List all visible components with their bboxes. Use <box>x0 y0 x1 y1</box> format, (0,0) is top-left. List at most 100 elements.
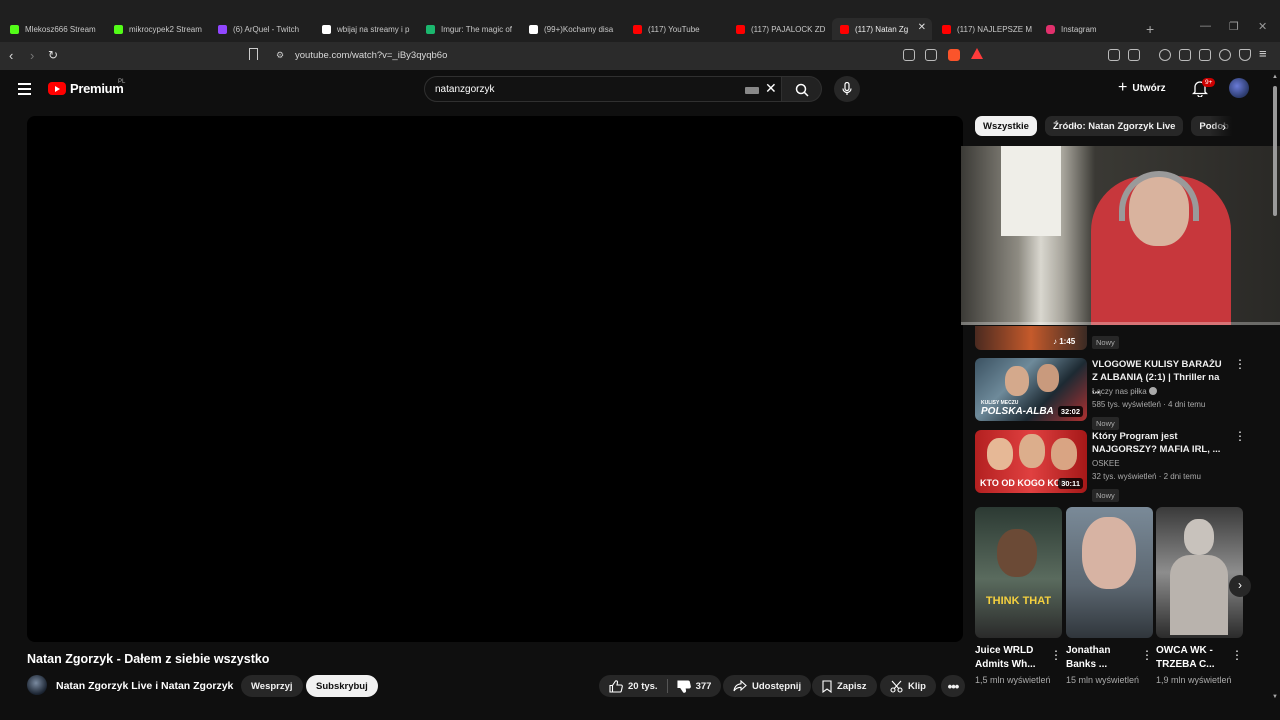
clear-search-icon[interactable]: ✕ <box>765 80 777 97</box>
maximize-icon[interactable]: ❐ <box>1229 20 1239 33</box>
support-button[interactable]: Wesprzyj <box>241 675 303 697</box>
mini-player[interactable] <box>961 146 1280 325</box>
recommended-video[interactable]: KULISY MECZU POLSKA-ALBA 32:02 VLOGOWE K… <box>975 358 1265 430</box>
thumbnail-caption: KTO OD KOGO KOP <box>980 478 1067 488</box>
minimize-icon[interactable]: — <box>1200 20 1211 32</box>
scroll-down-icon[interactable]: ▼ <box>1272 694 1278 700</box>
short-title[interactable]: Juice WRLD Admits Wh... <box>975 644 1045 672</box>
save-button[interactable]: Zapisz <box>812 675 877 697</box>
media-icon[interactable] <box>1159 49 1171 61</box>
more-vertical-icon[interactable]: ⋮ <box>1141 648 1153 662</box>
voice-search-button[interactable] <box>834 76 860 102</box>
reload-icon[interactable]: ↻ <box>48 48 58 62</box>
short-item[interactable]: OWCA WK - TRZEBA C... 1,9 mln wyświetleń… <box>1156 507 1243 687</box>
channel-name[interactable]: Łączy nas piłka <box>1092 387 1157 396</box>
chevron-right-icon[interactable]: › <box>1222 120 1226 134</box>
new-tab-icon[interactable]: + <box>1146 21 1154 37</box>
scroll-thumb[interactable] <box>1273 86 1277 216</box>
duration-label: ♪ 1:45 <box>1053 337 1076 346</box>
back-icon[interactable]: ‹ <box>9 48 13 63</box>
video-player[interactable] <box>27 116 963 642</box>
menu-icon[interactable] <box>18 83 31 95</box>
scroll-up-icon[interactable]: ▲ <box>1272 74 1278 80</box>
new-badge: Nowy <box>1092 485 1119 503</box>
brave-rewards-icon[interactable] <box>971 48 983 59</box>
browser-tab[interactable]: (117) PAJALOCK ZD <box>736 18 828 40</box>
more-actions-button[interactable]: ••• <box>941 675 965 697</box>
video-thumbnail[interactable]: KULISY MECZU POLSKA-ALBA 32:02 <box>975 358 1087 421</box>
extensions-icon[interactable] <box>1108 49 1120 61</box>
channel-avatar[interactable] <box>27 675 47 695</box>
chip-all[interactable]: Wszystkie <box>975 116 1037 136</box>
recommended-video[interactable]: KTO OD KOGO KOP 30:11 Który Program jest… <box>975 430 1265 502</box>
thumbnail-body <box>1170 555 1228 635</box>
chip-source[interactable]: Źródło: Natan Zgorzyk Live <box>1044 116 1184 136</box>
close-window-icon[interactable]: ✕ <box>1258 20 1267 33</box>
sidebar-icon[interactable] <box>1179 49 1191 61</box>
youtube-logo[interactable]: Premium <box>48 81 124 96</box>
wallet-icon[interactable] <box>1128 49 1140 61</box>
tiktok-icon <box>322 24 331 34</box>
like-button[interactable]: 20 tys. <box>609 679 658 693</box>
vpn-icon[interactable] <box>1239 49 1251 61</box>
video-title[interactable]: Który Program jest NAJGORSZY? MAFIA IRL,… <box>1092 430 1222 456</box>
create-button[interactable]: + Utwórz <box>1118 79 1166 97</box>
channel-name[interactable]: Natan Zgorzyk Live i Natan Zgorzyk <box>56 680 233 692</box>
site-info-icon[interactable]: ⚙ <box>276 50 284 61</box>
short-thumbnail[interactable] <box>1066 507 1153 638</box>
tab-manager-icon[interactable] <box>1199 49 1211 61</box>
browser-tab[interactable]: (99+)Kochamy disa <box>529 18 625 40</box>
forward-icon[interactable]: › <box>30 48 34 63</box>
share-page-icon[interactable] <box>925 49 937 61</box>
short-title[interactable]: OWCA WK - TRZEBA C... <box>1156 644 1226 672</box>
search-button[interactable] <box>782 76 822 102</box>
short-item[interactable]: THINK THAT Juice WRLD Admits Wh... 1,5 m… <box>975 507 1062 687</box>
chevron-right-icon[interactable]: › <box>1229 575 1251 597</box>
browser-tab[interactable]: (117) NAJLEPSZE M <box>942 18 1036 40</box>
verified-icon <box>1148 387 1157 395</box>
browser-tab[interactable]: wbijaj na streamy i p <box>322 18 418 40</box>
new-badge: Nowy <box>1092 332 1119 350</box>
leo-icon[interactable] <box>1219 49 1231 61</box>
youtube-icon <box>840 24 849 34</box>
browser-tab[interactable]: Instagram <box>1046 18 1142 40</box>
dislike-button[interactable]: 377 <box>677 679 711 693</box>
browser-tab[interactable]: (6) ArQuel - Twitch <box>218 18 314 40</box>
more-vertical-icon[interactable]: ⋮ <box>1231 648 1243 662</box>
browser-tab-active[interactable]: (117) Natan Zg ✕ <box>832 18 932 40</box>
scissors-icon <box>890 680 903 693</box>
browser-tab[interactable]: Mlekosz666 Stream <box>10 18 106 40</box>
browser-menu-icon[interactable]: ≡ <box>1259 46 1267 61</box>
browser-tab[interactable]: (117) YouTube <box>633 18 729 40</box>
keyboard-icon[interactable] <box>745 87 759 94</box>
browser-toolbar: ‹ › ↻ ⚙ youtube.com/watch?v=_iBy3qyqb6o … <box>0 42 1280 70</box>
short-item[interactable]: Jonathan Banks ... 15 mln wyświetleń ⋮ <box>1066 507 1153 687</box>
browser-tab[interactable]: Imgur: The magic of <box>426 18 522 40</box>
share-button[interactable]: Udostępnij <box>723 675 812 697</box>
channel-name[interactable]: OSKEE <box>1092 459 1120 468</box>
more-vertical-icon[interactable]: ⋮ <box>1234 430 1246 442</box>
divider <box>666 679 668 693</box>
brave-shields-icon[interactable] <box>948 49 960 61</box>
short-title[interactable]: Jonathan Banks ... <box>1066 644 1136 672</box>
account-avatar[interactable] <box>1229 78 1249 98</box>
cast-icon[interactable] <box>903 49 915 61</box>
short-overlay-text: THINK THAT <box>985 595 1052 607</box>
address-bar[interactable]: ⚙ youtube.com/watch?v=_iBy3qyqb6o <box>268 45 988 67</box>
bookmark-icon[interactable] <box>249 48 258 60</box>
subscribe-button[interactable]: Subskrybuj <box>306 675 378 697</box>
video-thumbnail[interactable]: KTO OD KOGO KOP 30:11 <box>975 430 1087 493</box>
more-vertical-icon[interactable]: ⋮ <box>1050 648 1062 662</box>
short-thumbnail[interactable] <box>1156 507 1243 638</box>
clip-button[interactable]: Klip <box>880 675 936 697</box>
search-input[interactable]: natanzgorzyk ✕ <box>424 76 782 102</box>
close-tab-icon[interactable]: ✕ <box>918 22 926 33</box>
thumbnail-face <box>1005 366 1029 396</box>
short-thumbnail[interactable]: THINK THAT <box>975 507 1062 638</box>
bookmark-save-icon <box>822 679 832 693</box>
more-vertical-icon[interactable]: ⋮ <box>1234 358 1246 370</box>
chips-fade <box>1210 114 1250 140</box>
thumbs-up-icon <box>609 679 623 693</box>
browser-tab[interactable]: mikrocypek2 Stream <box>114 18 210 40</box>
page-scrollbar[interactable]: ▲ ▼ <box>1272 72 1278 712</box>
